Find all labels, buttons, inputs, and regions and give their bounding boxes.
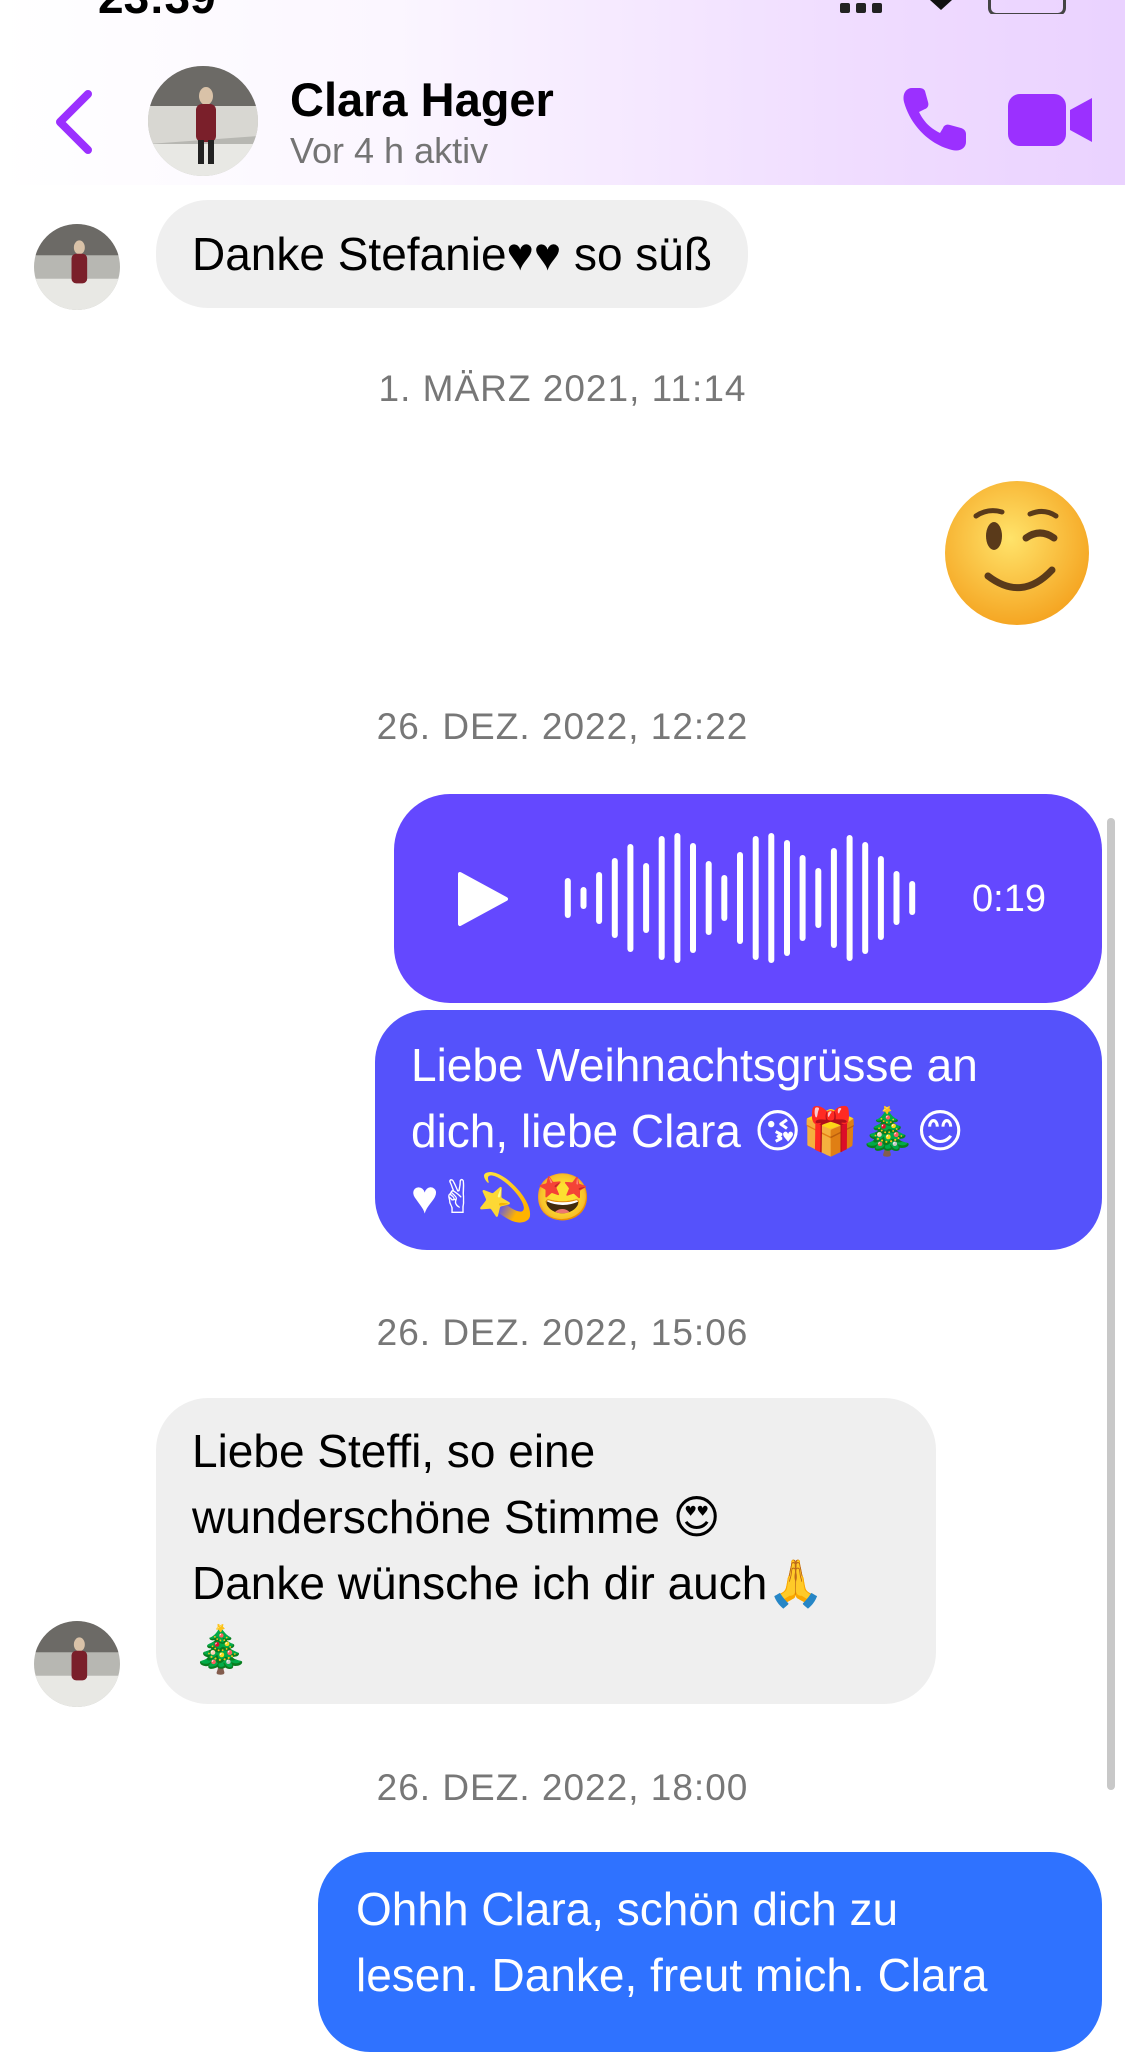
waveform-bar — [596, 872, 603, 924]
winking-face-emoji-icon[interactable] — [942, 478, 1092, 628]
message-line: Liebe Steffi, so eine — [192, 1425, 596, 1477]
waveform-bar — [815, 868, 822, 928]
waveform-bar — [909, 881, 916, 915]
incoming-message-bubble[interactable]: Danke Stefanie♥♥ so süß — [156, 200, 748, 308]
message-line: Danke wünsche ich dir auch🙏 — [192, 1557, 825, 1609]
message-line: ♥✌💫🤩 — [411, 1171, 592, 1223]
signal-strength-icon — [840, 0, 898, 13]
outgoing-message-bubble[interactable]: Ohhh Clara, schön dich zu lesen. Danke, … — [318, 1852, 1102, 2052]
waveform-bar — [658, 836, 665, 960]
outgoing-message-bubble[interactable]: Liebe Weihnachtsgrüsse an dich, liebe Cl… — [375, 1010, 1102, 1250]
waveform-bar — [564, 878, 571, 918]
waveform-bar — [627, 844, 634, 952]
status-time: 23:39 — [98, 0, 216, 14]
battery-icon — [988, 0, 1066, 14]
video-call-icon[interactable] — [1008, 92, 1092, 148]
message-line: 🎄 — [192, 1623, 250, 1675]
waveform-bar — [737, 852, 743, 944]
audio-waveform[interactable] — [560, 828, 920, 968]
phone-call-icon[interactable] — [898, 84, 970, 156]
waveform-bar — [580, 887, 587, 909]
waveform-bar — [784, 840, 790, 956]
play-icon[interactable] — [452, 870, 510, 928]
waveform-bar — [877, 856, 884, 940]
contact-active-status: Vor 4 h aktiv — [290, 130, 489, 171]
contact-name[interactable]: Clara Hager — [290, 72, 554, 127]
waveform-bar — [862, 842, 869, 954]
message-timestamp: 1. MÄRZ 2021, 11:14 — [378, 368, 747, 409]
waveform-bar — [846, 835, 853, 961]
waveform-bar — [893, 871, 900, 925]
sender-avatar[interactable] — [34, 224, 120, 310]
message-timestamp: 26. DEZ. 2022, 18:00 — [376, 1767, 749, 1808]
sender-avatar[interactable] — [34, 1621, 120, 1707]
message-line: Ohhh Clara, schön dich zu — [356, 1883, 899, 1935]
back-chevron-icon[interactable] — [50, 88, 100, 156]
waveform-bar — [674, 833, 681, 963]
message-line: lesen. Danke, freut mich. Clara — [356, 1949, 988, 2001]
message-text: Danke Stefanie♥♥ so süß — [192, 228, 712, 280]
message-line: wunderschöne Stimme 😍 — [192, 1491, 721, 1543]
conversation-header: Clara Hager Vor 4 h aktiv — [0, 0, 1125, 185]
voice-duration: 0:19 — [972, 878, 1046, 920]
message-line: dich, liebe Clara 😘🎁🎄😊 — [411, 1105, 965, 1157]
scrollbar[interactable] — [1107, 818, 1115, 1790]
waveform-bar — [752, 836, 759, 960]
status-bar: 23:39 — [0, 0, 1125, 14]
wifi-icon — [930, 0, 952, 10]
waveform-bar — [768, 833, 775, 963]
waveform-bar — [611, 858, 618, 938]
voice-message-bubble[interactable]: 0:19 — [394, 794, 1102, 1003]
message-timestamp: 26. DEZ. 2022, 15:06 — [376, 1312, 749, 1353]
waveform-bar — [830, 848, 837, 948]
incoming-message-bubble[interactable]: Liebe Steffi, so eine wunderschöne Stimm… — [156, 1398, 936, 1704]
waveform-bar — [643, 863, 650, 933]
waveform-bar — [690, 843, 696, 953]
message-timestamp: 26. DEZ. 2022, 12:22 — [376, 706, 749, 747]
contact-avatar[interactable] — [148, 66, 258, 176]
waveform-bar — [799, 855, 806, 941]
waveform-bar — [721, 875, 728, 921]
waveform-bar — [705, 861, 712, 935]
message-line: Liebe Weihnachtsgrüsse an — [411, 1039, 978, 1091]
